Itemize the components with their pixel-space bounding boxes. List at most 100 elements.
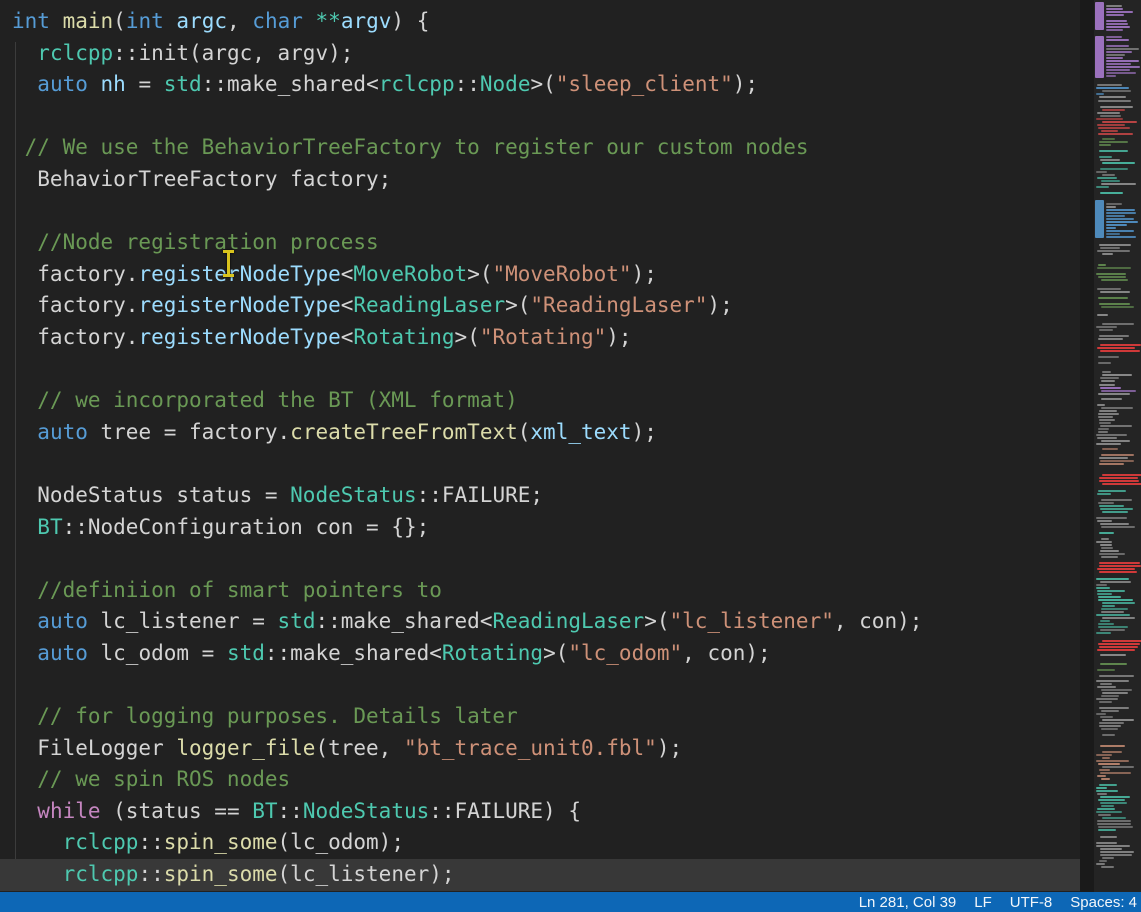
minimap-line <box>1096 517 1127 519</box>
encoding-indicator[interactable]: UTF-8 <box>1010 894 1053 911</box>
code-line[interactable]: // for logging purposes. Details later <box>0 701 1085 733</box>
code-line[interactable] <box>0 448 1085 480</box>
minimap-line <box>1098 643 1140 645</box>
code-editor[interactable]: int main(int argc, char **argv) { rclcpp… <box>0 0 1085 892</box>
code-token: ( <box>113 9 126 33</box>
minimap-line <box>1101 689 1132 691</box>
code-token: ); <box>707 293 732 317</box>
code-line[interactable]: auto tree = factory.createTreeFromText(x… <box>0 417 1085 449</box>
minimap-line <box>1100 716 1113 718</box>
minimap-block <box>1095 2 1104 30</box>
code-line[interactable]: // we spin ROS nodes <box>0 764 1085 796</box>
minimap-line <box>1102 734 1115 736</box>
minimap-line <box>1101 526 1135 528</box>
minimap-line <box>1098 428 1109 430</box>
code-line[interactable]: factory.registerNodeType<Rotating>("Rota… <box>0 322 1085 354</box>
minimap-line <box>1097 124 1125 126</box>
minimap-line <box>1097 347 1135 349</box>
line-col-indicator[interactable]: Ln 281, Col 39 <box>859 894 957 911</box>
code-line[interactable] <box>0 101 1085 133</box>
code-line[interactable]: auto lc_listener = std::make_shared<Read… <box>0 606 1085 638</box>
code-token: ReadingLaser <box>492 609 644 633</box>
code-token: nh <box>101 72 126 96</box>
minimap-line <box>1101 380 1115 382</box>
code-token: >( <box>530 72 555 96</box>
code-token: BT <box>252 799 277 823</box>
minimap-line <box>1100 344 1141 346</box>
code-line[interactable]: factory.registerNodeType<ReadingLaser>("… <box>0 290 1085 322</box>
minimap-line <box>1099 244 1131 246</box>
minimap-line <box>1106 51 1132 53</box>
code-token: rclcpp <box>379 72 455 96</box>
code-line[interactable]: int main(int argc, char **argv) { <box>0 6 1085 38</box>
minimap-line <box>1102 719 1134 721</box>
minimap-line <box>1097 775 1106 777</box>
code-line[interactable]: // we incorporated the BT (XML format) <box>0 385 1085 417</box>
minimap-line <box>1100 854 1132 856</box>
minimap-line <box>1106 26 1130 28</box>
code-line[interactable] <box>0 669 1085 701</box>
minimap-line <box>1096 186 1109 188</box>
code-line[interactable]: while (status == BT::NodeStatus::FAILURE… <box>0 796 1085 828</box>
code-line[interactable]: rclcpp::spin_some(lc_odom); <box>0 827 1085 859</box>
minimap-line <box>1100 159 1120 161</box>
minimap-line <box>1101 390 1136 392</box>
code-token: MoveRobot <box>353 262 467 286</box>
code-token <box>164 9 177 33</box>
minimap-line <box>1097 314 1108 316</box>
code-line[interactable] <box>0 354 1085 386</box>
minimap-line <box>1102 374 1132 376</box>
minimap-line <box>1106 29 1123 31</box>
code-line[interactable]: BehaviorTreeFactory factory; <box>0 164 1085 196</box>
code-token: spin_some <box>164 862 278 886</box>
minimap-line <box>1099 565 1141 567</box>
code-line[interactable] <box>0 196 1085 228</box>
minimap-line <box>1100 387 1121 389</box>
minimap-line <box>1100 460 1134 462</box>
code-comment-token: // We use the BehaviorTreeFactory to reg… <box>12 135 809 159</box>
code-token: registerNodeType <box>138 325 340 349</box>
minimap-line <box>1097 288 1121 290</box>
minimap-line <box>1096 754 1112 756</box>
indentation-indicator[interactable]: Spaces: 4 <box>1070 894 1137 911</box>
code-token: (tree, <box>315 736 404 760</box>
code-line[interactable]: // We use the BehaviorTreeFactory to reg… <box>0 132 1085 164</box>
minimap-line <box>1099 384 1115 386</box>
code-line[interactable]: //Node registration process <box>0 227 1085 259</box>
minimap-line <box>1102 90 1131 92</box>
code-token <box>12 641 37 665</box>
code-area[interactable]: int main(int argc, char **argv) { rclcpp… <box>0 6 1085 891</box>
code-line[interactable]: FileLogger logger_file(tree, "bt_trace_u… <box>0 733 1085 765</box>
code-line-current[interactable]: rclcpp::spin_some(lc_listener); <box>0 859 1085 891</box>
minimap-line <box>1098 431 1108 433</box>
code-line[interactable]: factory.registerNodeType<MoveRobot>("Mov… <box>0 259 1085 291</box>
code-line[interactable]: rclcpp::init(argc, argv); <box>0 38 1085 70</box>
eol-indicator[interactable]: LF <box>974 894 992 911</box>
code-line[interactable] <box>0 543 1085 575</box>
minimap-line <box>1100 508 1133 510</box>
code-token: NodeStatus status = <box>12 483 290 507</box>
code-line[interactable]: //definiion of smart pointers to <box>0 575 1085 607</box>
code-token: logger_file <box>176 736 315 760</box>
code-line[interactable]: auto lc_odom = std::make_shared<Rotating… <box>0 638 1085 670</box>
minimap-line <box>1106 218 1134 220</box>
code-line[interactable]: auto nh = std::make_shared<rclcpp::Node>… <box>0 69 1085 101</box>
minimap-line <box>1101 279 1128 281</box>
code-line[interactable]: BT::NodeConfiguration con = {}; <box>0 512 1085 544</box>
minimap-line <box>1101 556 1118 558</box>
code-line[interactable]: NodeStatus status = NodeStatus::FAILURE; <box>0 480 1085 512</box>
code-token: "lc_odom" <box>568 641 682 665</box>
minimap-line <box>1101 499 1132 501</box>
code-token: , <box>227 9 252 33</box>
minimap-line <box>1106 20 1127 22</box>
minimap-line <box>1100 291 1130 293</box>
minimap-line <box>1101 695 1119 697</box>
code-token: lc_listener = <box>88 609 278 633</box>
minimap-line <box>1098 416 1113 418</box>
minimap-line <box>1098 297 1128 299</box>
minimap-line <box>1102 640 1141 642</box>
minimap-line <box>1106 69 1130 71</box>
minimap-line <box>1098 362 1111 364</box>
minimap[interactable] <box>1094 0 1141 892</box>
code-token <box>50 9 63 33</box>
